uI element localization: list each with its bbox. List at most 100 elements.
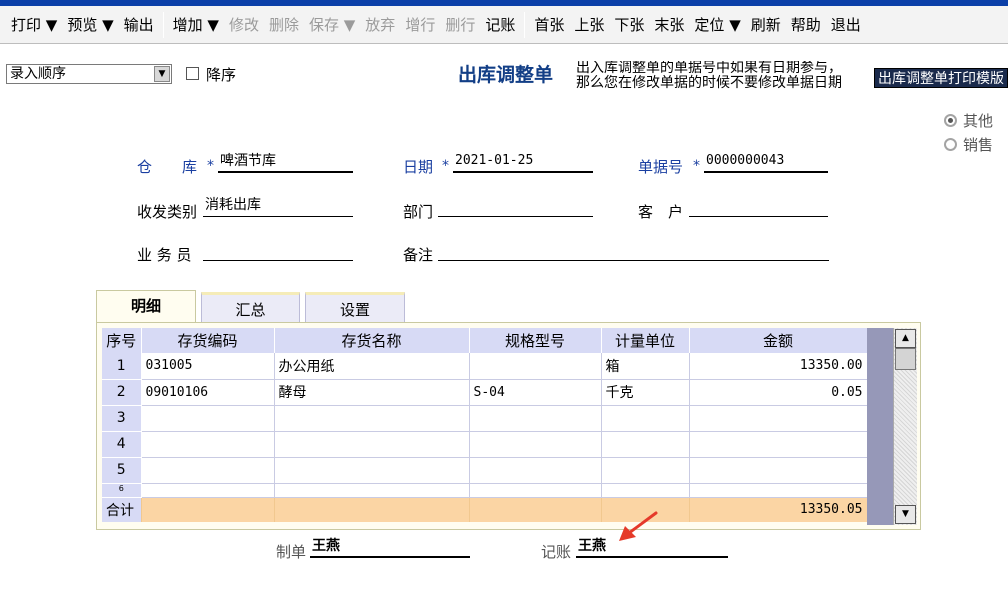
table-row[interactable]: 2 09010106 酵母 S-04 千克 0.05 [102, 379, 868, 406]
table-row[interactable]: 6 [102, 483, 868, 498]
cell-code[interactable] [141, 405, 275, 432]
cell-name[interactable] [274, 431, 470, 458]
total-amount: 13350.05 [689, 497, 868, 522]
table-row[interactable]: 5 [102, 457, 868, 484]
date-field[interactable]: 2021-01-25 [453, 152, 593, 173]
abandon-button[interactable]: 放弃 [360, 6, 400, 44]
cell-spec[interactable] [469, 457, 602, 484]
tab-detail[interactable]: 明细 [96, 290, 196, 324]
add-button[interactable]: 增加 ▼ [168, 6, 224, 44]
delete-button[interactable]: 删除 [264, 6, 304, 44]
tab-settings[interactable]: 设置 [305, 292, 405, 323]
docno-field[interactable]: 0000000043 [704, 152, 828, 173]
cell-unit[interactable] [601, 405, 690, 432]
cell-spec[interactable] [469, 483, 602, 498]
total-label: 合计 [102, 497, 142, 522]
column-header-no[interactable]: 序号 [102, 328, 142, 353]
department-field[interactable] [438, 196, 593, 217]
cell-code[interactable] [141, 483, 275, 498]
salesperson-field[interactable] [203, 240, 353, 261]
last-button[interactable]: 末张 [649, 6, 689, 44]
exit-button[interactable]: 退出 [826, 6, 866, 44]
radio-sales[interactable]: 销售 [944, 134, 993, 155]
required-mark: * [693, 158, 700, 174]
cell-unit[interactable]: 千克 [601, 379, 690, 406]
first-button[interactable]: 首张 [529, 6, 569, 44]
radio-unselected-icon [944, 138, 957, 151]
preview-button[interactable]: 预览 ▼ [62, 6, 118, 44]
hint-line-1: 出入库调整单的单据号中如果有日期参与， [576, 61, 842, 76]
cell-code[interactable]: 09010106 [141, 379, 275, 406]
prev-button[interactable]: 上张 [569, 6, 609, 44]
customer-field[interactable] [689, 196, 828, 217]
cell-spec[interactable] [469, 431, 602, 458]
category-field[interactable]: 消耗出库 [203, 196, 353, 217]
column-header-amount[interactable]: 金额 [689, 328, 868, 353]
cell-code[interactable] [141, 431, 275, 458]
locate-button[interactable]: 定位 ▼ [689, 6, 745, 44]
next-button[interactable]: 下张 [609, 6, 649, 44]
column-header-unit[interactable]: 计量单位 [601, 328, 690, 353]
column-header-spec[interactable]: 规格型号 [469, 328, 602, 353]
toolbar: 打印 ▼ 预览 ▼ 输出 增加 ▼ 修改 删除 保存 ▼ 放弃 增行 删行 记账 首张 上张 下张 末张 定位… [0, 6, 1008, 44]
toolbar-separator [162, 11, 164, 38]
cell-unit[interactable] [601, 457, 690, 484]
post-button[interactable]: 记账 [480, 6, 520, 44]
table-row[interactable]: 3 [102, 405, 868, 432]
cell-unit[interactable]: 箱 [601, 353, 690, 380]
cell-spec[interactable]: S-04 [469, 379, 602, 406]
descending-checkbox[interactable] [186, 67, 199, 80]
warehouse-field[interactable]: 啤酒节库 [218, 152, 353, 173]
add-row-button[interactable]: 增行 [400, 6, 440, 44]
category-label: 收发类别 [137, 203, 198, 221]
tab-summary[interactable]: 汇总 [201, 292, 300, 323]
refresh-button[interactable]: 刷新 [746, 6, 786, 44]
cell-amount[interactable] [689, 457, 868, 484]
red-arrow-icon [619, 511, 658, 541]
cell-amount[interactable] [689, 431, 868, 458]
cell-spec[interactable] [469, 353, 602, 380]
cell-name[interactable] [274, 457, 470, 484]
cell-code[interactable]: 031005 [141, 353, 275, 380]
vertical-scrollbar[interactable]: ▲ ▼ [893, 328, 917, 525]
print-button[interactable]: 打印 ▼ [6, 6, 62, 44]
cell-unit[interactable] [601, 431, 690, 458]
cell-name[interactable] [274, 483, 470, 498]
cell-amount[interactable] [689, 405, 868, 432]
sort-order-select[interactable]: 录入顺序 ▼ [6, 64, 172, 84]
cell-spec[interactable] [469, 405, 602, 432]
modify-button[interactable]: 修改 [224, 6, 264, 44]
form-title: 出库调整单 [458, 64, 554, 86]
maker-label: 制单 [276, 543, 307, 561]
radio-sales-label: 销售 [963, 136, 994, 154]
cell-name[interactable] [274, 405, 470, 432]
cell-unit[interactable] [601, 483, 690, 498]
delete-row-button[interactable]: 删行 [440, 6, 480, 44]
toolbar-separator [524, 11, 526, 38]
remark-field[interactable] [438, 240, 829, 261]
row-number: 1 [102, 353, 142, 380]
scroll-down-icon[interactable]: ▼ [895, 505, 916, 524]
save-button[interactable]: 保存 ▼ [304, 6, 360, 44]
column-header-code[interactable]: 存货编码 [141, 328, 275, 353]
print-template-select[interactable]: 出库调整单打印模版 [874, 68, 1008, 88]
table-row[interactable]: 4 [102, 431, 868, 458]
maker-field: 王燕 [310, 536, 470, 558]
cell-name[interactable]: 办公用纸 [274, 353, 470, 380]
column-header-name[interactable]: 存货名称 [274, 328, 470, 353]
table-row[interactable]: 1 031005 办公用纸 箱 13350.00 [102, 353, 868, 380]
cell-amount[interactable]: 0.05 [689, 379, 868, 406]
customer-label: 客 户 [638, 203, 684, 221]
cell-amount[interactable] [689, 483, 868, 498]
scroll-up-icon[interactable]: ▲ [895, 329, 916, 348]
output-button[interactable]: 输出 [119, 6, 159, 44]
help-button[interactable]: 帮助 [786, 6, 826, 44]
salesperson-label: 业 务 员 [137, 246, 192, 264]
radio-other-label: 其他 [963, 112, 994, 130]
cell-name[interactable]: 酵母 [274, 379, 470, 406]
cell-code[interactable] [141, 457, 275, 484]
cell-amount[interactable]: 13350.00 [689, 353, 868, 380]
radio-other[interactable]: 其他 [944, 110, 993, 131]
chevron-down-icon[interactable]: ▼ [154, 66, 170, 82]
scroll-thumb[interactable] [895, 348, 916, 370]
